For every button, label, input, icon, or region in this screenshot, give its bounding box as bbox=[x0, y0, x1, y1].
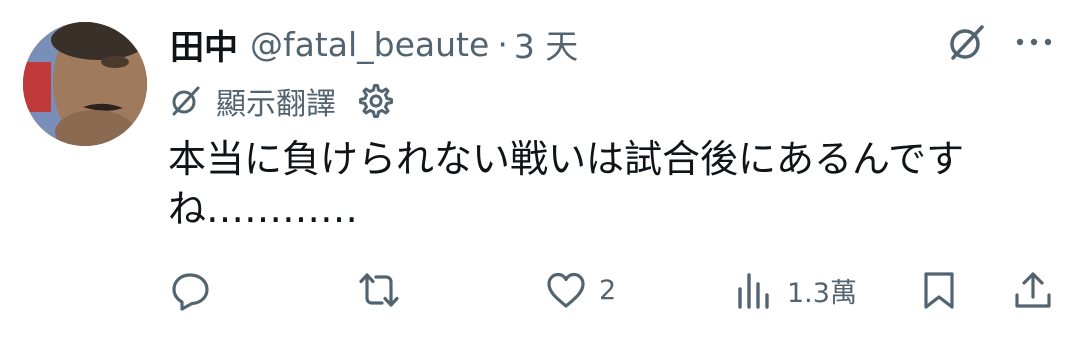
share-icon bbox=[1015, 272, 1051, 308]
timestamp[interactable]: 3 天 bbox=[514, 20, 579, 68]
tweet-header: 田中 @fatal_beaute · 3 天 bbox=[170, 18, 578, 70]
grok-icon bbox=[950, 25, 984, 60]
action-bar: 2 1.3萬 bbox=[0, 262, 1080, 318]
retweet-button[interactable] bbox=[358, 262, 412, 318]
views-count: 1.3萬 bbox=[787, 277, 857, 309]
heart-icon bbox=[547, 272, 585, 308]
grok-button[interactable] bbox=[945, 22, 987, 64]
avatar-image bbox=[23, 22, 147, 146]
share-button[interactable] bbox=[1012, 262, 1054, 318]
bookmark-button[interactable] bbox=[918, 262, 960, 318]
like-button[interactable]: 2 bbox=[545, 262, 616, 318]
reply-icon bbox=[172, 273, 209, 311]
like-count: 2 bbox=[599, 274, 617, 306]
grok-translate-icon bbox=[172, 86, 200, 116]
analytics-icon bbox=[738, 273, 769, 309]
tweet-card[interactable]: 田中 @fatal_beaute · 3 天 顯示翻譯 本当に負けられない戦いは… bbox=[0, 0, 1080, 343]
retweet-icon bbox=[359, 273, 399, 307]
views-button[interactable]: 1.3萬 bbox=[733, 262, 857, 318]
separator-dot: · bbox=[497, 24, 508, 64]
bookmark-icon bbox=[924, 272, 954, 309]
display-name[interactable]: 田中 bbox=[170, 20, 238, 69]
gear-icon[interactable] bbox=[358, 83, 394, 119]
reply-button[interactable] bbox=[170, 262, 224, 318]
tweet-text: 本当に負けられない戦いは試合後にあるんですね………… bbox=[168, 137, 965, 231]
show-translation-link[interactable]: 顯示翻譯 bbox=[216, 79, 336, 123]
avatar[interactable] bbox=[23, 22, 147, 146]
translate-row: 顯示翻譯 bbox=[168, 80, 394, 122]
user-handle[interactable]: @fatal_beaute bbox=[250, 25, 489, 64]
more-options-button[interactable] bbox=[1012, 28, 1056, 56]
more-icon bbox=[1016, 38, 1052, 46]
